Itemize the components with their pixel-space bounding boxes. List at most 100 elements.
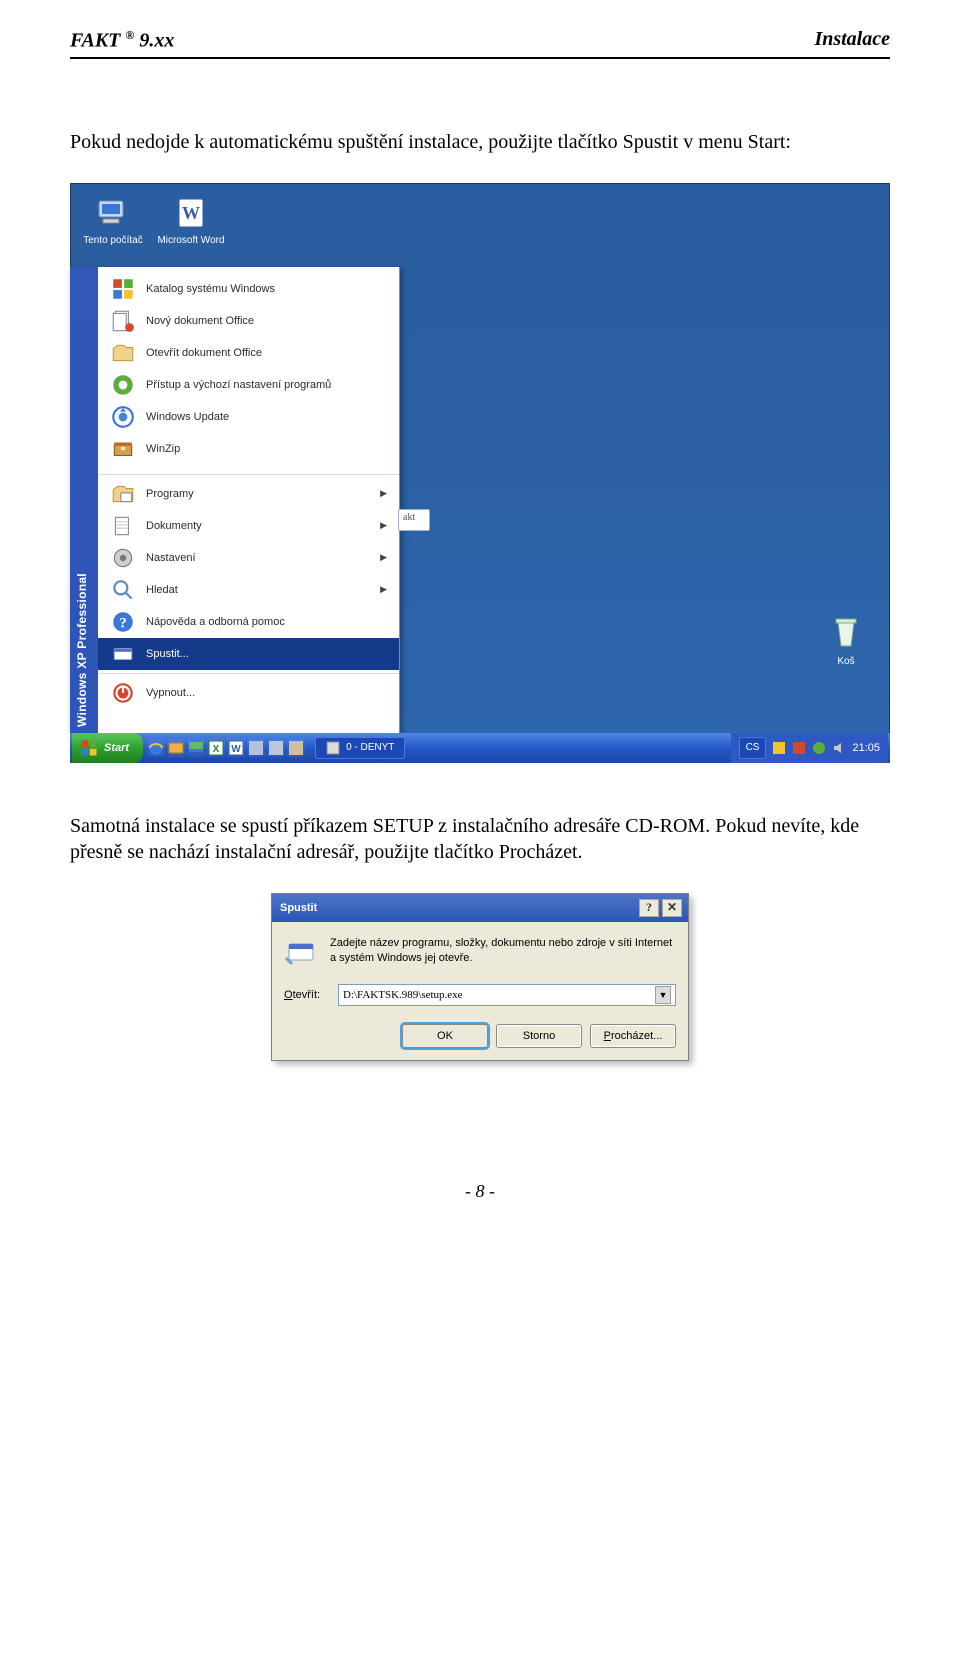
tray-volume-icon[interactable] [832,741,846,755]
menu-item-programs[interactable]: Programy ▶ [98,478,399,510]
tray-icon[interactable] [812,741,826,755]
menu-item-label: Windows Update [146,411,229,423]
desktop-icon-label: Koš [837,656,854,667]
brand-right: Instalace [814,28,890,53]
menu-item-open-office-doc[interactable]: Otevřít dokument Office [98,337,399,369]
settings-icon [110,547,136,569]
menu-item-label: Nastavení [146,552,196,564]
menu-item-label: Programy [146,488,194,500]
menu-item-label: Dokumenty [146,520,202,532]
taskbar: Start X W 0 - DENYT CS [70,733,890,763]
windows-logo-icon [80,739,98,757]
quick-launch: X W [147,739,305,757]
help-button[interactable]: ? [639,899,659,917]
menu-item-windows-catalog[interactable]: Katalog systému Windows [98,273,399,305]
language-indicator[interactable]: CS [739,737,767,759]
menu-separator [98,474,399,475]
menu-item-label: Přístup a výchozí nastavení programů [146,379,331,391]
search-icon [110,579,136,601]
chevron-right-icon: ▶ [380,584,387,595]
start-button-label: Start [104,742,129,754]
program-access-icon [110,374,136,396]
desktop-icon-word[interactable]: W Microsoft Word [154,193,228,246]
clock: 21:05 [852,742,880,754]
run-dialog: Spustit ? ✕ Zadejte název programu, slož… [271,893,689,1061]
winzip-icon [110,438,136,460]
open-combobox[interactable]: ▼ [338,984,676,1006]
system-tray: CS 21:05 [731,733,888,763]
close-button[interactable]: ✕ [662,899,682,917]
chevron-right-icon: ▶ [380,488,387,499]
menu-item-winzip[interactable]: WinZip [98,433,399,465]
menu-item-program-defaults[interactable]: Přístup a výchozí nastavení programů [98,369,399,401]
help-icon: ? [110,611,136,633]
menu-item-label: WinZip [146,443,180,455]
quick-launch-app3[interactable] [287,739,305,757]
page-header: FAKT ® 9.xx Instalace [70,28,890,59]
dialog-title-text: Spustit [280,902,317,914]
menu-item-search[interactable]: Hledat ▶ [98,574,399,606]
menu-item-label: Vypnout... [146,687,195,699]
menu-item-help[interactable]: ? Nápověda a odborná pomoc [98,606,399,638]
desktop-icon-label: Tento počítač [83,235,142,246]
run-dialog-icon [284,936,318,970]
quick-launch-outlook[interactable] [167,739,185,757]
menu-item-label: Hledat [146,584,178,596]
open-label: Otevřít: [284,989,332,1001]
menu-item-run[interactable]: Spustit... [98,638,399,670]
open-input[interactable] [343,989,655,1001]
menu-item-label: Nápověda a odborná pomoc [146,616,285,628]
ok-button[interactable]: OK [402,1024,488,1048]
task-item-label: 0 - DENYT [346,742,394,753]
quick-launch-desktop[interactable] [187,739,205,757]
quick-launch-word[interactable]: W [227,739,245,757]
taskbar-task-item[interactable]: 0 - DENYT [315,737,405,759]
quick-launch-app2[interactable] [267,739,285,757]
chevron-right-icon: ▶ [380,520,387,531]
open-doc-icon [110,342,136,364]
quick-launch-app1[interactable] [247,739,265,757]
menu-separator [98,673,399,674]
run-icon [110,643,136,665]
intro-paragraph-1: Pokud nedojde k automatickému spuštění i… [70,129,890,155]
documents-icon [110,515,136,537]
menu-item-label: Nový dokument Office [146,315,254,327]
menu-item-label: Otevřít dokument Office [146,347,262,359]
app-icon [326,741,340,755]
start-button[interactable]: Start [72,733,143,763]
new-doc-icon [110,310,136,332]
dialog-titlebar: Spustit ? ✕ [272,894,688,922]
brand-left: FAKT ® 9.xx [70,28,174,53]
dialog-description: Zadejte název programu, složky, dokument… [330,936,676,966]
desktop-screenshot: Tento počítač W Microsoft Word Dokumenty… [70,183,890,763]
menu-item-new-office-doc[interactable]: Nový dokument Office [98,305,399,337]
desktop-icon-my-computer[interactable]: Tento počítač [76,193,150,246]
menu-item-windows-update[interactable]: Windows Update [98,401,399,433]
menu-item-documents[interactable]: Dokumenty ▶ [98,510,399,542]
quick-launch-excel[interactable]: X [207,739,225,757]
menu-item-label: Spustit... [146,648,189,660]
cancel-button[interactable]: Storno [496,1024,582,1048]
svg-text:W: W [182,203,200,223]
windows-update-icon [110,406,136,428]
partial-label-overlap: akt [398,509,430,531]
desktop-icon-recycle-bin[interactable]: Koš [816,610,876,667]
svg-text:W: W [231,744,241,755]
start-menu-sidebar: Windows XP Professional [70,267,98,733]
tray-icon[interactable] [772,741,786,755]
page-number: - 8 - [70,1181,890,1202]
menu-item-shutdown[interactable]: Vypnout... [98,677,399,709]
intro-paragraph-2: Samotná instalace se spustí příkazem SET… [70,813,890,865]
desktop-icon-label: Microsoft Word [157,235,224,246]
svg-text:?: ? [119,614,127,631]
start-menu: Windows XP Professional Katalog systému … [70,267,400,733]
tray-icon[interactable] [792,741,806,755]
shutdown-icon [110,682,136,704]
chevron-right-icon: ▶ [380,552,387,563]
svg-text:X: X [213,744,220,755]
quick-launch-ie[interactable] [147,739,165,757]
menu-item-label: Katalog systému Windows [146,283,275,295]
browse-button[interactable]: Procházet... [590,1024,676,1048]
dropdown-button[interactable]: ▼ [655,986,671,1004]
menu-item-settings[interactable]: Nastavení ▶ [98,542,399,574]
